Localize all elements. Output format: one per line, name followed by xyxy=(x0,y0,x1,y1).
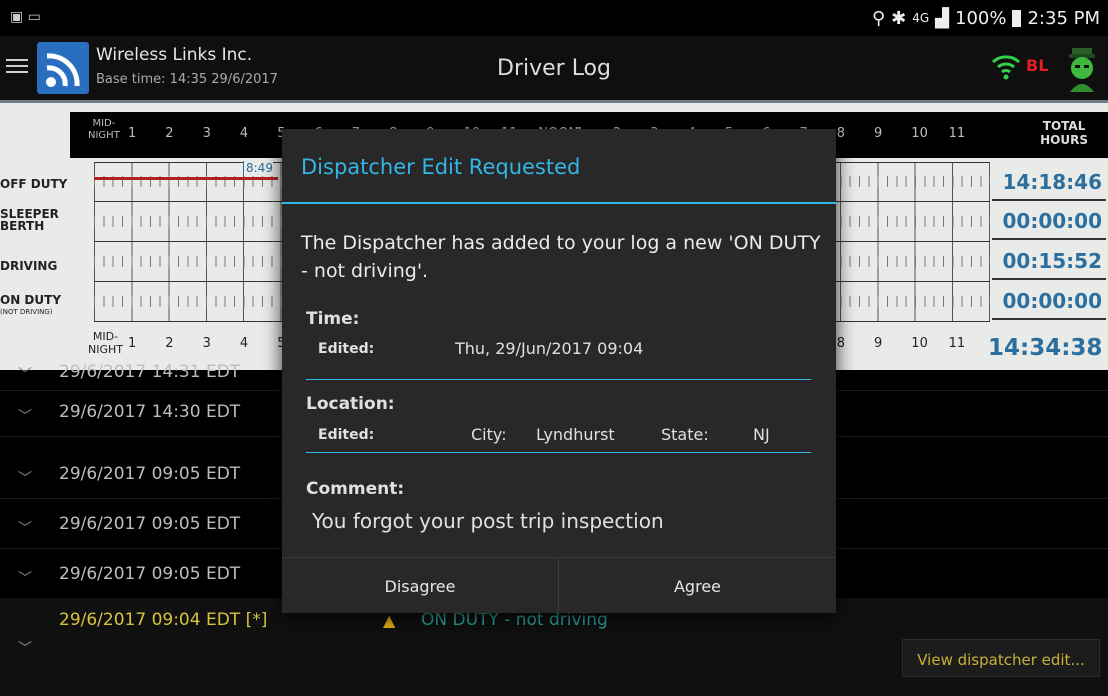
row-label-off-duty: OFF DUTY xyxy=(0,177,68,191)
hour-tick-label: 10 xyxy=(911,126,928,141)
chevron-down-icon[interactable]: ﹀ xyxy=(18,568,32,588)
hour-tick-label: 11 xyxy=(948,126,966,141)
total-divider xyxy=(992,278,1106,280)
dialog-title: Dispatcher Edit Requested xyxy=(301,155,581,179)
signal-icon: ▟ xyxy=(935,7,949,29)
midnight-label: MID- NIGHT xyxy=(88,118,120,141)
chevron-down-icon[interactable]: ﹀ xyxy=(18,364,32,384)
page-title: Driver Log xyxy=(497,56,611,81)
hour-tick-label-bottom: 9 xyxy=(874,336,883,351)
dialog-button-bar: Disagree Agree xyxy=(282,557,836,614)
grand-total: 14:34:38 xyxy=(988,335,1103,361)
location-section-label: Location: xyxy=(306,394,395,414)
comment-value: You forgot your post trip inspection xyxy=(312,509,664,533)
total-sleeper: 00:00:00 xyxy=(1002,209,1103,233)
notification-icons: ▣ ▭ xyxy=(10,9,41,25)
row-label-driving: DRIVING xyxy=(0,259,58,273)
hour-tick-label-bottom: 4 xyxy=(239,336,249,351)
chevron-down-icon[interactable]: ﹀ xyxy=(18,468,32,488)
chevron-down-icon[interactable]: ﹀ xyxy=(18,518,32,538)
city-label: City: xyxy=(471,425,507,444)
total-on-duty: 00:00:00 xyxy=(1002,289,1103,313)
midnight-label-bottom: MID- NIGHT xyxy=(88,330,123,356)
hour-tick-label-bottom: 1 xyxy=(128,336,137,351)
total-divider xyxy=(992,199,1106,201)
time-edited-label: Edited: xyxy=(318,341,375,357)
agree-button[interactable]: Agree xyxy=(559,558,836,614)
total-divider xyxy=(992,318,1106,320)
section-divider xyxy=(306,379,811,380)
time-section-label: Time: xyxy=(306,309,360,329)
hour-tick-label: 3 xyxy=(202,126,211,141)
chevron-down-icon[interactable]: ﹀ xyxy=(18,638,32,658)
state-label: State: xyxy=(661,425,709,444)
status-icons: ⚲ ✱ 4G ▟ 100% 2:35 PM xyxy=(872,6,1100,30)
bluetooth-icon: ✱ xyxy=(891,7,907,29)
hour-tick-label: 2 xyxy=(165,126,174,141)
status-bar: ▣ ▭ ⚲ ✱ 4G ▟ 100% 2:35 PM xyxy=(0,0,1108,36)
row-label-sleeper: SLEEPER BERTH xyxy=(0,207,59,233)
time-edited-value: Thu, 29/Jun/2017 09:04 xyxy=(455,339,644,358)
app-bar: Wireless Links Inc. Base time: 14:35 29/… xyxy=(0,36,1108,103)
location-icon: ⚲ xyxy=(871,7,886,29)
time-marker: 8:49 xyxy=(243,161,273,175)
city-value: Lyndhurst xyxy=(536,425,615,444)
location-edited-label: Edited: xyxy=(318,427,375,443)
total-driving: 00:15:52 xyxy=(1002,249,1103,273)
state-value: NJ xyxy=(753,425,770,444)
dispatcher-edit-dialog: Dispatcher Edit Requested The Dispatcher… xyxy=(282,129,836,614)
total-hours-label: TOTAL HOURS xyxy=(1040,119,1088,147)
comment-section-label: Comment: xyxy=(306,479,405,499)
disagree-button[interactable]: Disagree xyxy=(282,558,559,614)
hour-tick-label: 1 xyxy=(128,126,137,141)
total-off-duty: 14:18:46 xyxy=(1002,170,1103,194)
hour-tick-label-bottom: 8 xyxy=(836,336,845,351)
section-divider xyxy=(306,452,811,453)
row-label-on-duty: ON DUTY (NOT DRIVING) xyxy=(0,293,62,316)
bluetooth-status-badge[interactable]: BL xyxy=(1026,56,1048,75)
driver-avatar-icon[interactable] xyxy=(1064,46,1100,92)
chevron-down-icon[interactable]: ﹀ xyxy=(18,406,32,426)
dialog-message: The Dispatcher has added to your log a n… xyxy=(301,232,821,282)
hour-tick-label-bottom: 3 xyxy=(202,336,211,351)
hour-tick-label: 8 xyxy=(836,126,845,141)
hour-tick-label-bottom: 2 xyxy=(165,336,174,351)
total-divider xyxy=(992,238,1106,240)
hour-tick-label: 4 xyxy=(239,126,249,141)
network-icon: 4G xyxy=(912,11,930,25)
hour-tick-label: 9 xyxy=(874,126,883,141)
battery-icon xyxy=(1012,9,1022,27)
hour-tick-label-bottom: 11 xyxy=(948,336,966,351)
hour-tick-label-bottom: 10 xyxy=(911,336,928,351)
battery-level: 100% xyxy=(955,7,1007,29)
view-dispatcher-edit-button[interactable]: View dispatcher edit... xyxy=(902,639,1100,677)
dialog-title-divider xyxy=(282,202,836,204)
off-duty-line xyxy=(94,177,278,180)
clock: 2:35 PM xyxy=(1027,7,1100,29)
wifi-icon[interactable] xyxy=(990,51,1022,81)
